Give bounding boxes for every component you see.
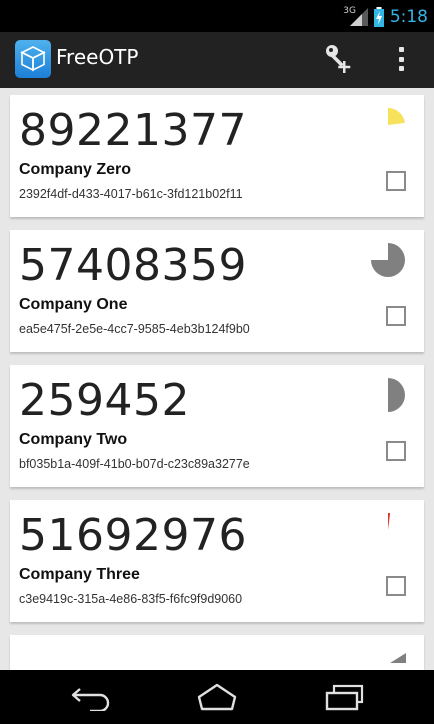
status-icons: 5:18 <box>349 5 428 29</box>
signal-icon <box>349 8 368 26</box>
timer-progress-icon <box>388 513 391 530</box>
token-code: 89221377 <box>19 105 247 156</box>
timer-progress-slice <box>388 378 405 412</box>
back-icon[interactable] <box>70 683 112 711</box>
status-bar: 3G 5:18 <box>0 0 434 32</box>
token-card-partial[interactable] <box>10 635 424 670</box>
token-issuer: Company Two <box>19 431 128 448</box>
home-icon[interactable] <box>196 683 238 711</box>
token-label: ea5e475f-2e5e-4cc7-9585-4eb3b124f9b0 <box>19 322 250 336</box>
add-token-icon[interactable] <box>324 43 354 75</box>
timer-progress-icon <box>371 243 405 277</box>
token-issuer: Company Three <box>19 566 140 583</box>
status-clock: 5:18 <box>389 7 428 27</box>
action-bar: FreeOTP <box>0 32 434 88</box>
token-card[interactable]: 89221377 Company Zero 2392f4df-d433-4017… <box>10 95 424 217</box>
timer-progress-slice <box>371 243 405 277</box>
freeotp-cube-icon[interactable] <box>15 40 51 78</box>
token-code: 259452 <box>19 375 190 426</box>
token-list: 89221377 Company Zero 2392f4df-d433-4017… <box>0 88 434 670</box>
token-card[interactable]: 259452 Company Two bf035b1a-409f-41b0-b0… <box>10 365 424 487</box>
token-code: 51692976 <box>19 510 247 561</box>
timer-progress-icon <box>390 653 406 663</box>
timer-progress-slice <box>388 108 405 125</box>
token-checkbox[interactable] <box>386 171 406 191</box>
token-card[interactable]: 51692976 Company Three c3e9419c-315a-4e8… <box>10 500 424 622</box>
token-checkbox[interactable] <box>386 576 406 596</box>
token-issuer: Company Zero <box>19 161 132 178</box>
token-issuer: Company One <box>19 296 128 313</box>
timer-progress-icon <box>388 108 405 125</box>
timer-progress-slice <box>388 513 391 530</box>
recent-apps-icon[interactable] <box>324 683 366 711</box>
token-label: c3e9419c-315a-4e86-83f5-f6fc9f9d9060 <box>19 592 243 606</box>
token-checkbox[interactable] <box>386 306 406 326</box>
app-title: FreeOTP <box>56 45 139 69</box>
battery-icon <box>373 7 384 27</box>
token-label: 2392f4df-d433-4017-b61c-3fd121b02f11 <box>19 187 243 201</box>
token-code: 57408359 <box>19 240 247 291</box>
overflow-menu-icon[interactable] <box>393 44 409 74</box>
navigation-bar <box>0 670 434 724</box>
timer-progress-icon <box>388 378 405 412</box>
token-checkbox[interactable] <box>386 441 406 461</box>
token-card[interactable]: 57408359 Company One ea5e475f-2e5e-4cc7-… <box>10 230 424 352</box>
token-label: bf035b1a-409f-41b0-b07d-c23c89a3277e <box>19 457 250 471</box>
